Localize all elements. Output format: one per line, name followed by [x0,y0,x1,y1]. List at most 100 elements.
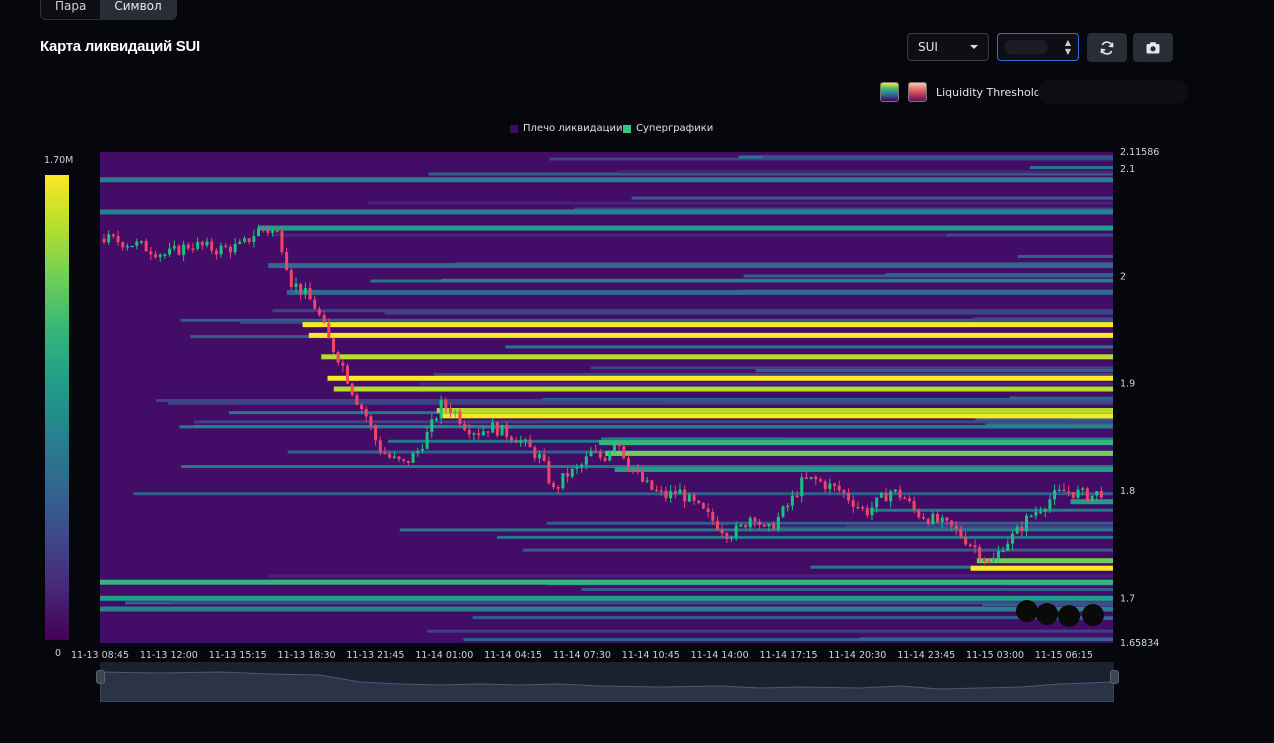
candle-body [519,440,523,443]
liquidation-level[interactable] [599,440,1113,446]
candle-body [500,424,504,436]
candle-body [303,288,307,295]
candle-body [355,394,359,405]
liquidation-level[interactable] [308,332,1113,338]
liquidation-level[interactable] [605,450,1113,456]
liquidation-level[interactable] [614,467,1113,473]
candle-body [1085,488,1089,502]
candle-body [669,491,673,499]
candle-body [959,528,963,538]
liquidation-level[interactable] [268,263,1113,269]
candle-body [444,399,448,409]
liquidation-level[interactable] [333,386,1113,392]
x-tick-label: 11-13 15:15 [209,650,267,661]
candle-body [650,480,654,490]
heatmap-band [179,425,1114,429]
liquidation-level[interactable] [436,407,1114,413]
candle-body [275,230,279,233]
candle-body [458,411,462,424]
candle-body [214,250,218,255]
candle-body [1076,489,1080,498]
candle-body [1010,533,1014,544]
liquidation-level[interactable] [327,375,1114,381]
candle-body [907,498,911,501]
candle-body [720,529,724,534]
candle-body [523,439,527,442]
candle-body [954,525,958,529]
candle-body [402,459,406,461]
candle-body [425,432,429,449]
liquidation-level[interactable] [970,565,1113,571]
heatmap-band [590,366,1113,370]
liquidation-level[interactable] [100,579,1113,585]
candle-body [463,423,467,430]
candle-body [533,447,537,459]
heatmap-band [581,587,1113,591]
candle-body [837,485,841,491]
liquidation-heatmap-chart[interactable]: 2.11586 2.1 2 1.9 1.8 1.7 1.65834 11-13 08:45 11… [0,0,1274,743]
candle-body [800,477,804,497]
candle-body [116,236,120,243]
candle-body [1067,491,1071,494]
candle-body [327,322,331,339]
candle-body [495,422,499,436]
liquidation-level[interactable] [286,289,1113,295]
candle-body [725,533,729,539]
candle-body [701,503,705,509]
liquidation-level[interactable] [302,322,1113,328]
y-tick-label: 1.8 [1120,486,1135,497]
liquidation-level[interactable] [100,209,1113,215]
candle-body [472,433,476,435]
navigator-left-handle[interactable] [96,670,105,684]
navigator-series [99,671,1115,703]
candle-body [388,453,392,458]
candle-body [664,490,668,499]
candle-body [814,476,818,480]
navigator-right-handle[interactable] [1110,670,1119,684]
candle-body [809,476,813,479]
x-tick-label: 11-14 10:45 [622,650,680,661]
candle-body [776,516,780,530]
liquidation-level[interactable] [100,595,1113,601]
candle-body [950,520,954,526]
candle-body [964,537,968,545]
x-tick-label: 11-14 04:15 [484,650,542,661]
liquidation-level[interactable] [976,558,1113,564]
candle-body [711,512,715,521]
heatmap-band [1009,396,1113,400]
candle-body [786,505,790,508]
candle-body [1015,527,1019,534]
candle-body [893,489,897,492]
candle-body [149,251,153,255]
candle-body [870,507,874,516]
candle-body [673,491,677,494]
heatmap-band [399,528,1114,532]
liquidation-level[interactable] [100,177,1113,183]
candle-body [481,431,485,436]
candle-body [715,520,719,530]
candle-body [912,500,916,510]
liquidation-level[interactable] [439,413,1113,419]
candle-body [781,506,785,517]
candle-body [739,525,743,527]
heatmap-band [497,535,1113,539]
heatmap-band [869,508,1113,512]
liquidation-level[interactable] [258,225,1113,231]
y-tick-label: 1.9 [1120,379,1135,390]
candle-body [687,494,691,502]
heatmap-band [846,525,1113,529]
candle-body [200,241,204,246]
x-tick-label: 11-13 21:45 [346,650,404,661]
liquidation-level[interactable] [100,606,1113,612]
candle-body [767,523,771,527]
candle-body [439,399,443,419]
x-tick-label: 11-13 08:45 [71,650,129,661]
heatmap-band [505,345,1114,349]
time-navigator[interactable] [99,662,1115,703]
candle-body [1099,491,1103,498]
candle-body [1043,509,1047,512]
heatmap-band [946,233,1113,237]
liquidation-level[interactable] [321,354,1113,360]
candle-body [125,246,129,248]
candle-body [734,525,738,538]
